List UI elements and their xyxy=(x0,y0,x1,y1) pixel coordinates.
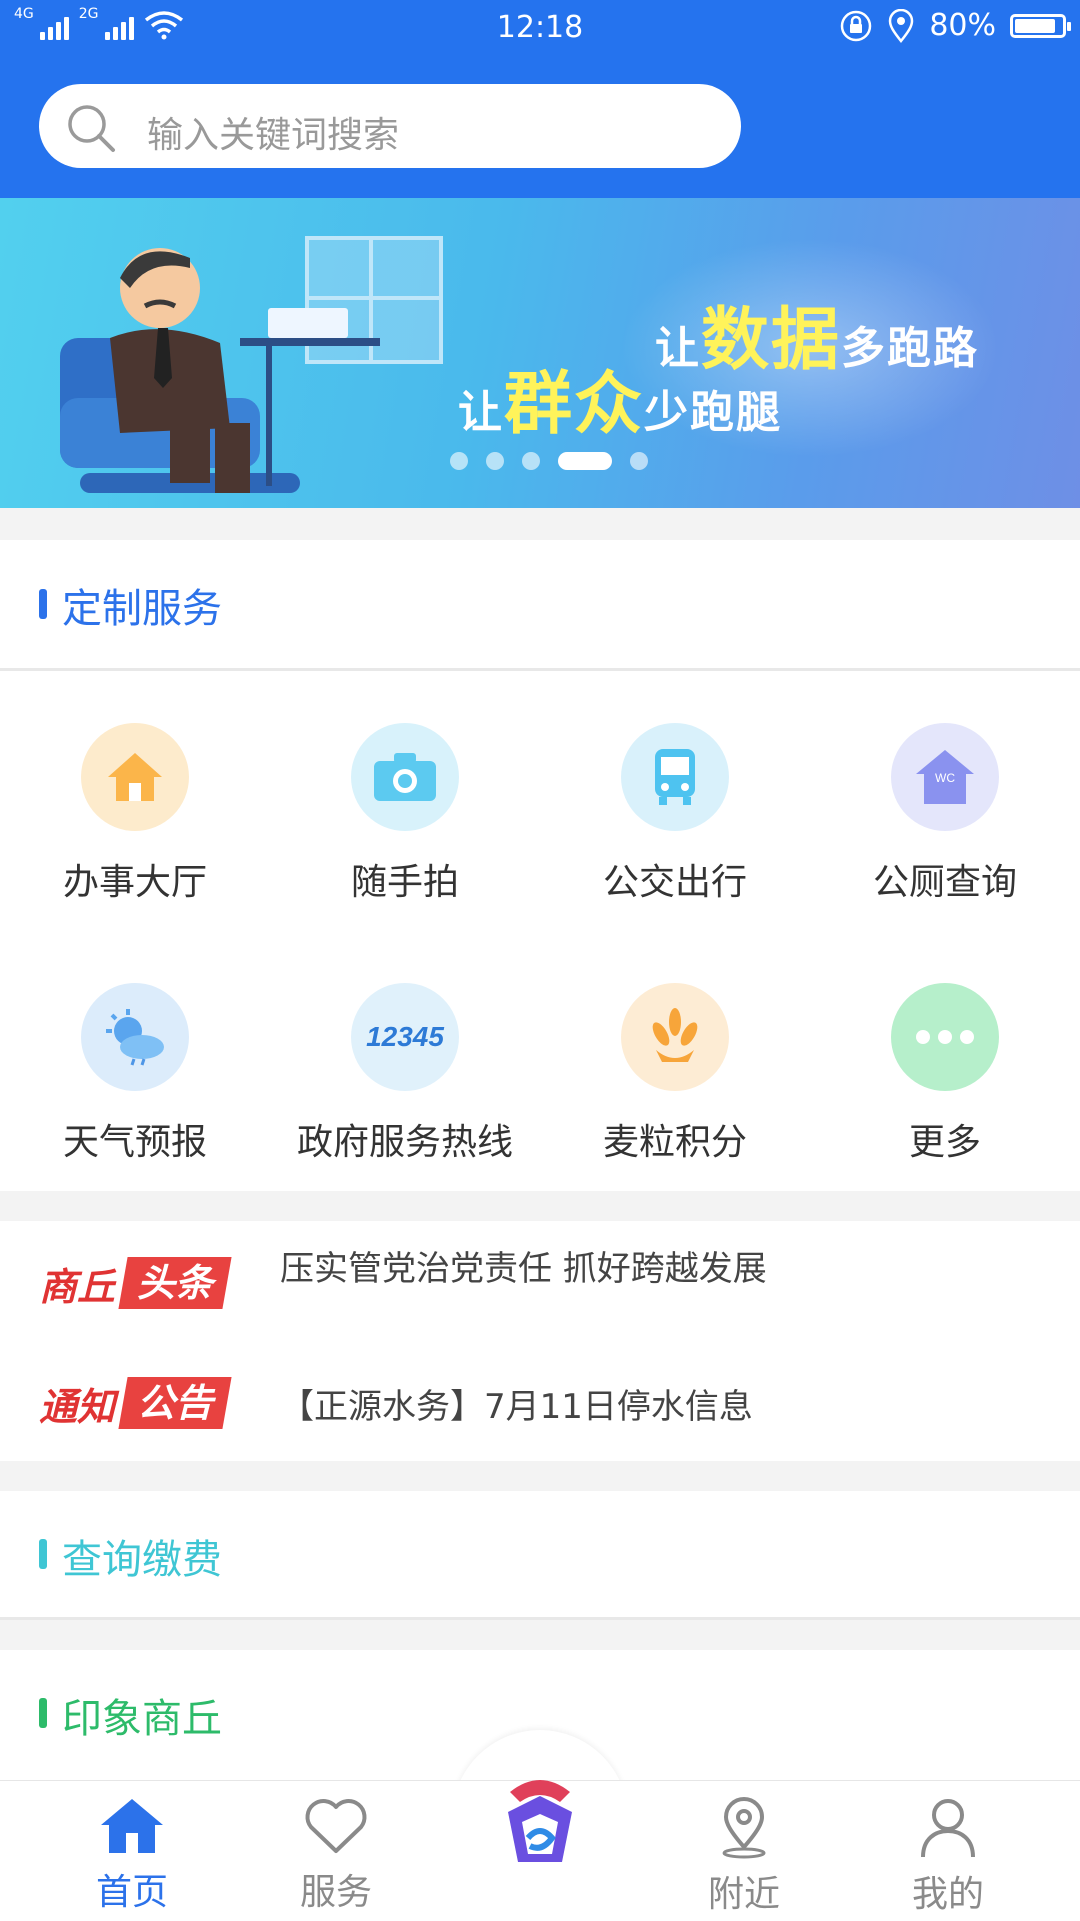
nav-profile[interactable]: 我的 xyxy=(878,1795,1018,1917)
header-bar: 4G 2G 12:18 80% 输入关键词搜索 xyxy=(0,0,1080,198)
section-query-payment[interactable]: 查询缴费 xyxy=(0,1491,1080,1620)
camera-icon xyxy=(351,723,459,831)
service-office-hall[interactable]: 办事大厅 xyxy=(0,723,270,905)
nav-label: 服务 xyxy=(299,1872,372,1913)
carousel-dot[interactable] xyxy=(522,452,540,470)
banner-text: 让 xyxy=(458,387,504,438)
service-snapshot[interactable]: 随手拍 xyxy=(270,723,540,905)
section-title: 查询缴费 xyxy=(62,1537,222,1583)
service-label: 办事大厅 xyxy=(62,862,207,903)
search-icon xyxy=(68,105,115,152)
service-label: 天气预报 xyxy=(62,1122,207,1163)
location-icon xyxy=(722,1797,766,1859)
service-label: 麦粒积分 xyxy=(602,1122,747,1163)
service-toilet[interactable]: WC 公厕查询 xyxy=(810,723,1080,905)
service-hotline[interactable]: 12345 政府服务热线 xyxy=(270,983,540,1165)
headline-tag: 商丘 头条 xyxy=(39,1257,232,1309)
nav-location[interactable]: 附近 xyxy=(674,1795,814,1917)
notice-link[interactable]: 【正源水务】7月11日停水信息 xyxy=(280,1379,753,1428)
section-accent-bar xyxy=(39,1698,47,1728)
nav-services[interactable]: 服务 xyxy=(266,1795,406,1915)
section-custom-services: 定制服务 xyxy=(0,540,1080,671)
home-icon xyxy=(101,1799,163,1853)
carousel-dot[interactable] xyxy=(630,452,648,470)
person-icon xyxy=(921,1799,975,1858)
banner-text: 多跑路 xyxy=(841,323,980,374)
notice-tag: 通知 公告 xyxy=(39,1377,232,1429)
wheat-icon xyxy=(621,983,729,1091)
nav-home[interactable]: 首页 xyxy=(62,1795,202,1915)
tag-label-text: 头条 xyxy=(137,1261,214,1305)
battery-icon xyxy=(1010,13,1071,38)
carousel-indicator[interactable] xyxy=(450,452,648,470)
service-bus[interactable]: 公交出行 xyxy=(540,723,810,905)
section-title: 定制服务 xyxy=(62,586,222,632)
location-status-icon xyxy=(889,8,914,43)
banner-headline-2: 让群众少跑腿 xyxy=(458,348,782,447)
section-accent-bar xyxy=(39,1539,47,1569)
headline-link[interactable]: 压实管党治党责任 抓好跨越发展 xyxy=(280,1241,767,1290)
service-label: 政府服务热线 xyxy=(296,1122,513,1163)
search-box[interactable]: 输入关键词搜索 xyxy=(39,84,741,168)
tag-label-text: 公告 xyxy=(137,1381,214,1425)
status-bar: 4G 2G 12:18 80% xyxy=(0,0,1080,56)
toilet-icon: WC xyxy=(891,723,999,831)
service-grid: 办事大厅 随手拍 公交出行 WC 公厕查询 天气预报 12345 政府服务热线 xyxy=(0,671,1080,1191)
promo-banner[interactable]: 让数据多跑路 让群众少跑腿 xyxy=(0,198,1080,508)
tag-notice: 通知 xyxy=(39,1384,116,1429)
section-accent-bar xyxy=(39,589,47,619)
battery-percent: 80% xyxy=(929,8,996,43)
service-more[interactable]: 更多 xyxy=(810,983,1080,1165)
tag-label: 公告 xyxy=(118,1377,232,1429)
news-panel: 商丘 头条 压实管党治党责任 抓好跨越发展 通知 公告 【正源水务】7月11日停水信… xyxy=(0,1221,1080,1461)
service-weather[interactable]: 天气预报 xyxy=(0,983,270,1165)
search-input[interactable]: 输入关键词搜索 xyxy=(147,106,399,158)
bus-icon xyxy=(621,723,729,831)
service-label: 随手拍 xyxy=(350,862,459,903)
carousel-dot[interactable] xyxy=(486,452,504,470)
section-title: 印象商丘 xyxy=(62,1696,222,1742)
more-icon xyxy=(891,983,999,1091)
hotline-icon-text: 12345 xyxy=(366,1021,444,1052)
house-icon xyxy=(81,723,189,831)
banner-text: 少跑腿 xyxy=(644,387,783,438)
service-label: 公交出行 xyxy=(602,862,747,903)
heart-icon xyxy=(305,1799,367,1853)
weather-icon xyxy=(81,983,189,1091)
carousel-dot-active[interactable] xyxy=(558,452,612,470)
nav-label: 首页 xyxy=(95,1872,168,1913)
hotline-12345-icon: 12345 xyxy=(351,983,459,1091)
carousel-dot[interactable] xyxy=(450,452,468,470)
nav-label: 附近 xyxy=(707,1874,780,1915)
banner-highlight: 群众 xyxy=(504,365,645,444)
app-logo-icon[interactable] xyxy=(490,1772,590,1872)
tag-city: 商丘 xyxy=(39,1264,116,1309)
svg-text:WC: WC xyxy=(935,771,955,785)
service-points[interactable]: 麦粒积分 xyxy=(540,983,810,1165)
service-label: 公厕查询 xyxy=(872,862,1017,903)
rotation-lock-icon xyxy=(841,10,872,41)
tag-label: 头条 xyxy=(118,1257,232,1309)
service-label: 更多 xyxy=(908,1122,981,1163)
nav-label: 我的 xyxy=(911,1874,984,1915)
businessman-illustration xyxy=(60,248,380,493)
